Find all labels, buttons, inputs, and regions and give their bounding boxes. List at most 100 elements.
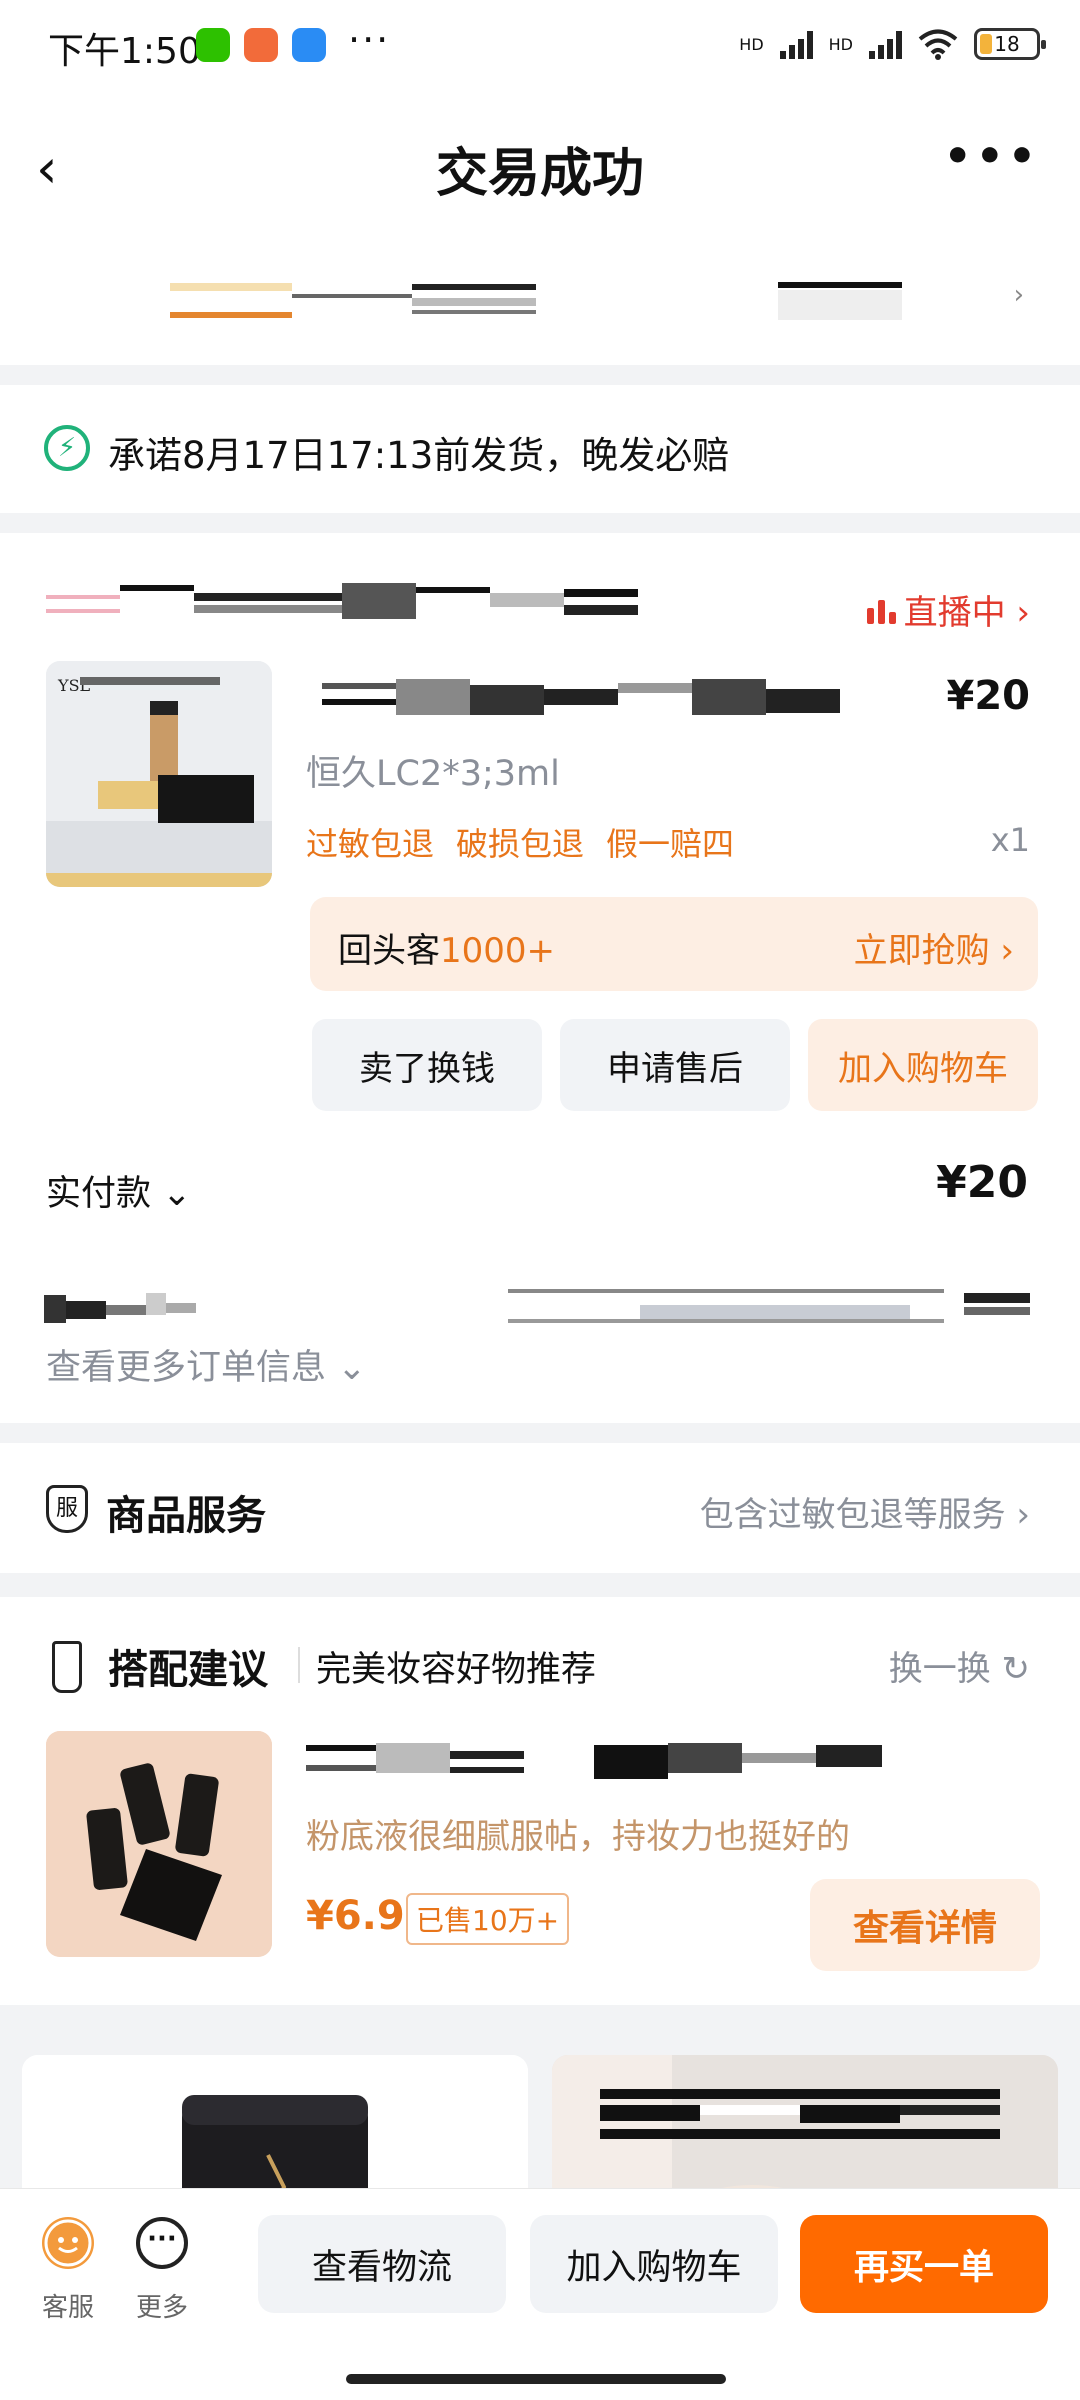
- paid-amount-label[interactable]: 实付款 ⌄: [46, 1165, 191, 1216]
- more-order-info[interactable]: 查看更多订单信息 ⌄: [46, 1339, 366, 1390]
- order-card: 直播中 › YSL ¥20 恒久LC2*3;3ml 过敏包退 破损包退 假一赔四: [0, 533, 1080, 1423]
- service-title: 商品服务: [106, 1493, 266, 1539]
- status-indicators: HD HD 18: [739, 28, 1046, 60]
- redacted-block: [594, 1745, 668, 1779]
- redacted-block: [564, 605, 638, 615]
- redacted-block: [396, 679, 470, 715]
- redacted-block: [46, 595, 120, 599]
- customer-service-icon[interactable]: [42, 2217, 94, 2269]
- bottom-add-to-cart-button[interactable]: 加入购物车: [530, 2215, 778, 2313]
- redacted-block: [668, 1743, 742, 1773]
- product-service[interactable]: 服 商品服务 包含过敏包退等服务 ›: [0, 1443, 1080, 1573]
- lightning-icon: ⚡: [44, 425, 90, 471]
- redacted-block: [166, 1303, 196, 1313]
- redacted-block: [66, 1301, 106, 1319]
- redacted-block: [412, 284, 536, 290]
- tag-fake-compensation: 假一赔四: [606, 825, 735, 863]
- redacted-block: [640, 1305, 910, 1319]
- order-progress[interactable]: ›: [0, 240, 1080, 365]
- after-sale-button[interactable]: 申请售后: [560, 1019, 790, 1111]
- redacted-block: [964, 1307, 1030, 1315]
- redacted-block: [564, 589, 638, 597]
- signal-icon: [779, 29, 813, 59]
- redacted-block: [292, 294, 412, 298]
- status-time: 下午1:50: [48, 31, 201, 72]
- redacted-block: [416, 587, 490, 593]
- sold-count-badge: 已售10万+: [406, 1893, 570, 1945]
- product-quantity: x1: [990, 821, 1030, 859]
- redacted-block: [306, 1765, 376, 1771]
- tag-damage-return: 破损包退: [456, 825, 585, 863]
- app-icon: [244, 28, 278, 62]
- redacted-block: [342, 583, 416, 619]
- more-label[interactable]: 更多: [136, 2287, 188, 2324]
- customer-service-label[interactable]: 客服: [42, 2287, 94, 2324]
- page-title: 交易成功: [435, 144, 644, 204]
- view-detail-button[interactable]: 查看详情: [810, 1879, 1040, 1971]
- view-logistics-button[interactable]: 查看物流: [258, 2215, 506, 2313]
- redacted-block: [544, 689, 618, 705]
- redacted-block: [412, 298, 536, 306]
- redacted-block: [44, 1295, 66, 1323]
- app-icon: [292, 28, 326, 62]
- redacted-block: [490, 593, 564, 607]
- product-title-redacted[interactable]: [322, 679, 872, 719]
- redacted-block: [618, 683, 692, 693]
- add-to-cart-button[interactable]: 加入购物车: [808, 1019, 1038, 1111]
- sell-button[interactable]: 卖了换钱: [312, 1019, 542, 1111]
- chevron-right-icon: ›: [1013, 280, 1024, 310]
- more-notifications-icon: ···: [348, 18, 391, 62]
- redacted-block: [322, 699, 396, 705]
- buy-again-button[interactable]: 再买一单: [800, 2215, 1048, 2313]
- paid-amount: ¥20: [936, 1157, 1028, 1208]
- redacted-block: [778, 282, 902, 288]
- suggestion-subtitle: 完美妆容好物推荐: [316, 1650, 597, 1690]
- nav-bar: ‹ 交易成功 •••: [0, 95, 1080, 240]
- returning-customer-banner[interactable]: 回头客1000+ 立即抢购 ›: [310, 897, 1038, 991]
- returning-count: 1000+: [440, 931, 556, 971]
- smile-face-icon: [44, 2219, 92, 2267]
- live-icon: [866, 596, 896, 624]
- shipping-promise: ⚡ 承诺8月17日17:13前发货，晚发必赔: [0, 385, 1080, 513]
- redacted-block: [46, 609, 120, 613]
- store-name-redacted[interactable]: [46, 583, 638, 627]
- more-menu-icon[interactable]: •••: [944, 131, 1040, 182]
- signal-icon: [869, 29, 902, 59]
- network-type-label: HD: [828, 34, 853, 54]
- product-image: YSL: [46, 661, 272, 887]
- redacted-block: [450, 1767, 524, 1773]
- product-thumbnail[interactable]: YSL: [46, 661, 272, 887]
- order-info-redacted: [44, 1289, 1034, 1327]
- service-tags: 过敏包退 破损包退 假一赔四: [306, 819, 734, 865]
- live-label: 直播中 ›: [903, 593, 1030, 633]
- service-shield-icon: 服: [46, 1485, 88, 1533]
- redacted-block: [412, 310, 536, 314]
- bottom-action-bar: 客服 ··· 更多 查看物流 加入购物车 再买一单: [0, 2188, 1080, 2400]
- redacted-block: [470, 685, 544, 715]
- divider: [298, 1647, 300, 1683]
- battery-icon: 18: [974, 28, 1046, 60]
- returning-text: 回头客1000+: [338, 923, 555, 972]
- service-subtitle: 包含过敏包退等服务 ›: [699, 1495, 1030, 1535]
- redacted-block: [376, 1743, 450, 1773]
- battery-level: 18: [994, 32, 1020, 56]
- matching-suggestion: 搭配建议 完美妆容好物推荐 换一换 ↻ 粉底液很细腻服帖，持妆力也挺好的 ¥6.…: [0, 1597, 1080, 2005]
- redacted-block: [120, 585, 194, 591]
- redacted-block: [170, 283, 292, 291]
- suggested-description: 粉底液很细腻服帖，持妆力也挺好的: [306, 1817, 850, 1857]
- tag-allergy-return: 过敏包退: [306, 825, 435, 863]
- status-bar: 下午1:50 ··· HD HD 18: [0, 0, 1080, 95]
- more-icon[interactable]: ···: [136, 2217, 188, 2269]
- refresh-button[interactable]: 换一换 ↻: [889, 1641, 1030, 1690]
- wechat-icon: [196, 28, 230, 62]
- live-badge[interactable]: 直播中 ›: [866, 585, 1030, 634]
- redacted-block: [964, 1293, 1030, 1303]
- home-indicator[interactable]: [346, 2374, 726, 2384]
- suggested-product-thumbnail[interactable]: [46, 1731, 272, 1957]
- buy-now-link[interactable]: 立即抢购 ›: [854, 923, 1014, 972]
- redacted-block: [778, 290, 902, 320]
- redacted-block: [106, 1305, 146, 1315]
- suggestion-title: 搭配建议: [108, 1647, 268, 1693]
- suggested-title-redacted[interactable]: [306, 1743, 882, 1783]
- network-type-label: HD: [739, 34, 764, 54]
